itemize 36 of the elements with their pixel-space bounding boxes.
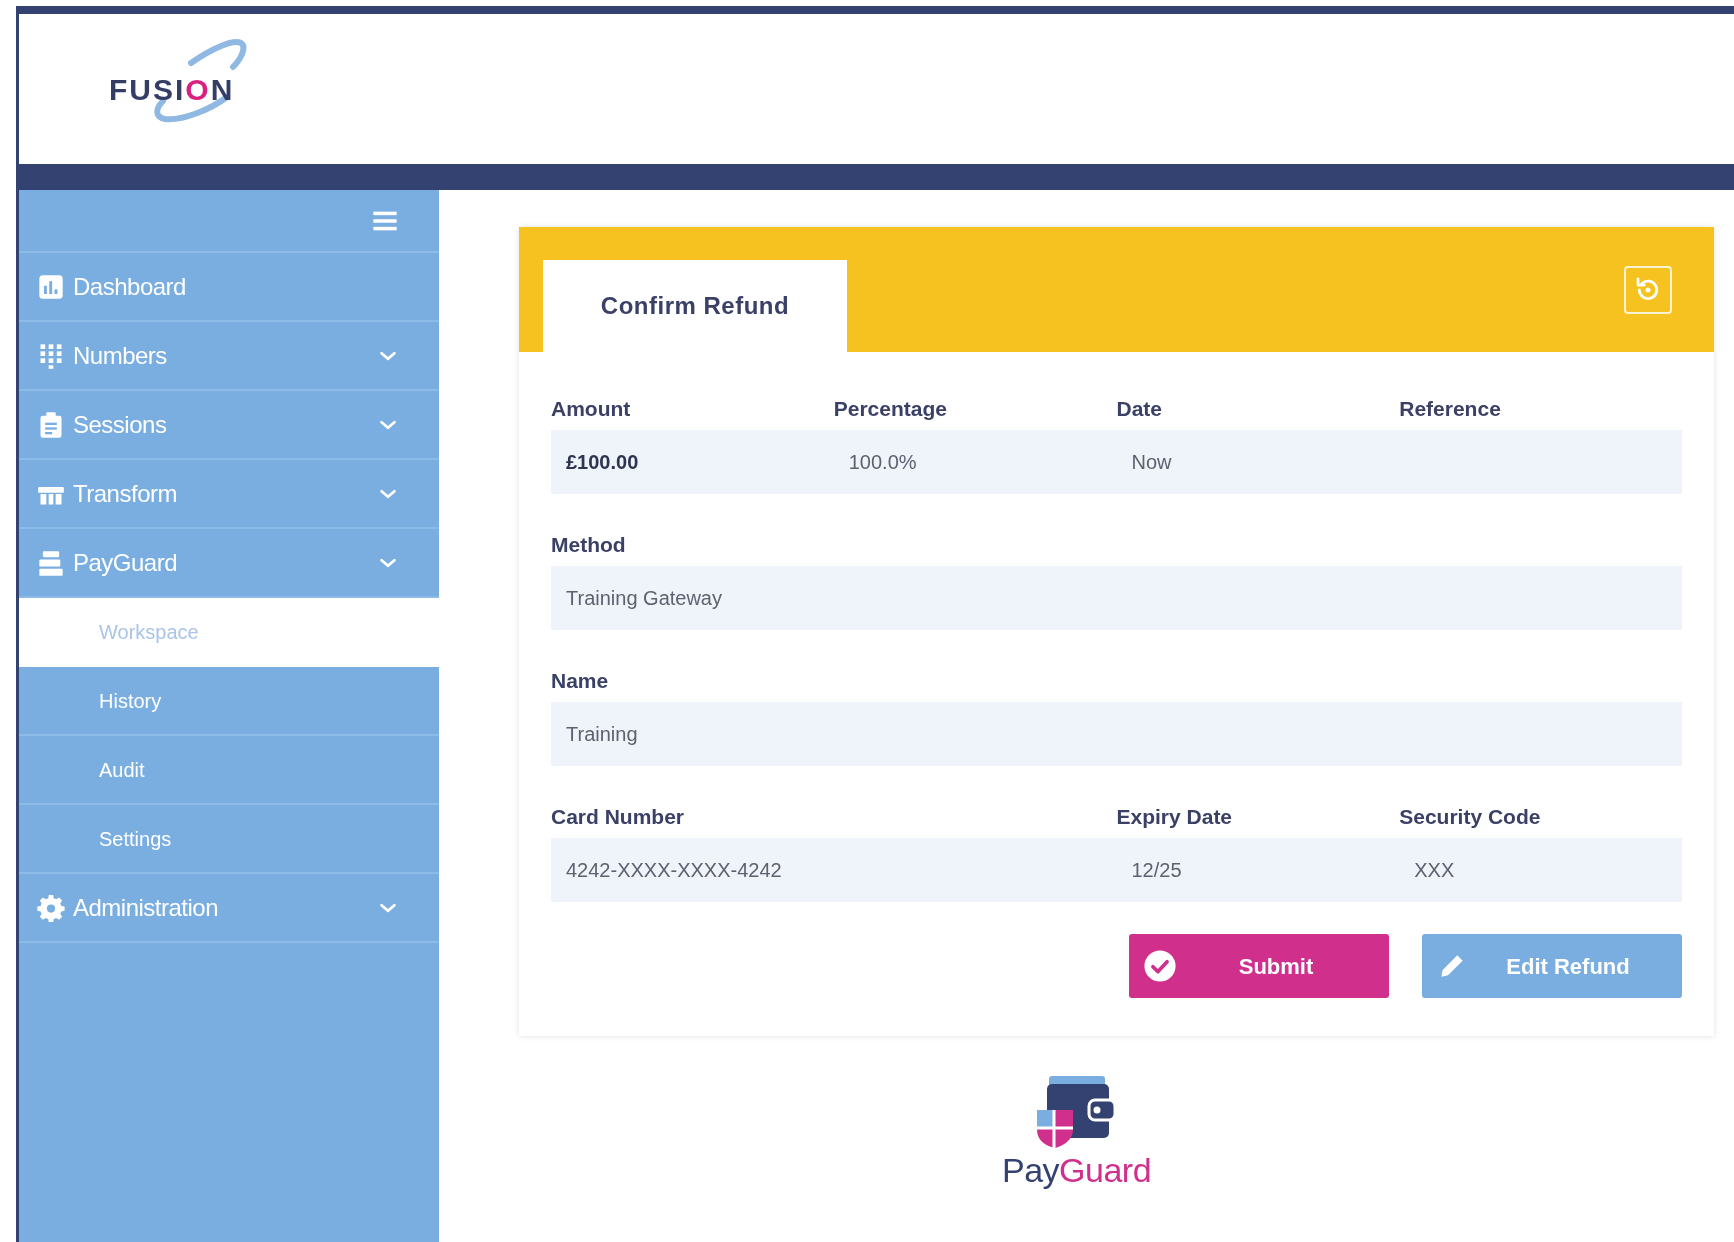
field-label: Amount xyxy=(551,397,631,421)
field-label: Reference xyxy=(1399,397,1501,421)
sidebar-item[interactable]: Numbers xyxy=(19,322,439,391)
field-label: Security Code xyxy=(1399,805,1541,829)
field-value: Training xyxy=(566,723,638,745)
card-stack-icon xyxy=(37,548,65,577)
bar-chart-icon xyxy=(37,272,65,301)
field-value: XXX xyxy=(1414,859,1455,881)
field-label: Card Number xyxy=(551,805,685,829)
sidebar-item[interactable]: Transform xyxy=(19,460,439,529)
gear-icon xyxy=(37,893,65,922)
edit-refund-button[interactable]: Edit Refund xyxy=(1422,934,1682,998)
field-value: Training Gateway xyxy=(566,587,722,609)
field-label: Method xyxy=(551,533,626,557)
sidebar-subitem[interactable]: History xyxy=(19,667,439,736)
sidebar-item[interactable]: Dashboard xyxy=(19,253,439,322)
sidebar-subitem[interactable]: Settings xyxy=(19,805,439,874)
sidebar-item[interactable]: Sessions xyxy=(19,391,439,460)
sidebar-subitem[interactable]: Workspace xyxy=(19,598,439,667)
field-label: Expiry Date xyxy=(1116,805,1233,829)
confirm-refund-tab[interactable]: Confirm Refund xyxy=(543,260,847,352)
field-value: 12/25 xyxy=(1131,859,1182,881)
field-value: Now xyxy=(1131,451,1172,473)
submit-button[interactable]: Submit xyxy=(1129,934,1389,998)
field-value: 4242-XXXX-XXXX-4242 xyxy=(566,859,782,881)
field-value: £100.00 xyxy=(566,451,639,473)
field-label: Name xyxy=(551,669,609,693)
sidebar-subitem[interactable]: Audit xyxy=(19,736,439,805)
field-label: Date xyxy=(1116,397,1163,421)
field-value: 100.0% xyxy=(848,451,917,473)
reset-button[interactable] xyxy=(1624,265,1672,314)
check-circle-icon xyxy=(1143,949,1177,983)
fusion-logo: FUSION xyxy=(109,71,235,108)
sidebar-item[interactable]: Administration xyxy=(19,874,439,943)
field-label: Percentage xyxy=(833,397,947,421)
payguard-logo: PayGuard xyxy=(1001,1150,1152,1190)
